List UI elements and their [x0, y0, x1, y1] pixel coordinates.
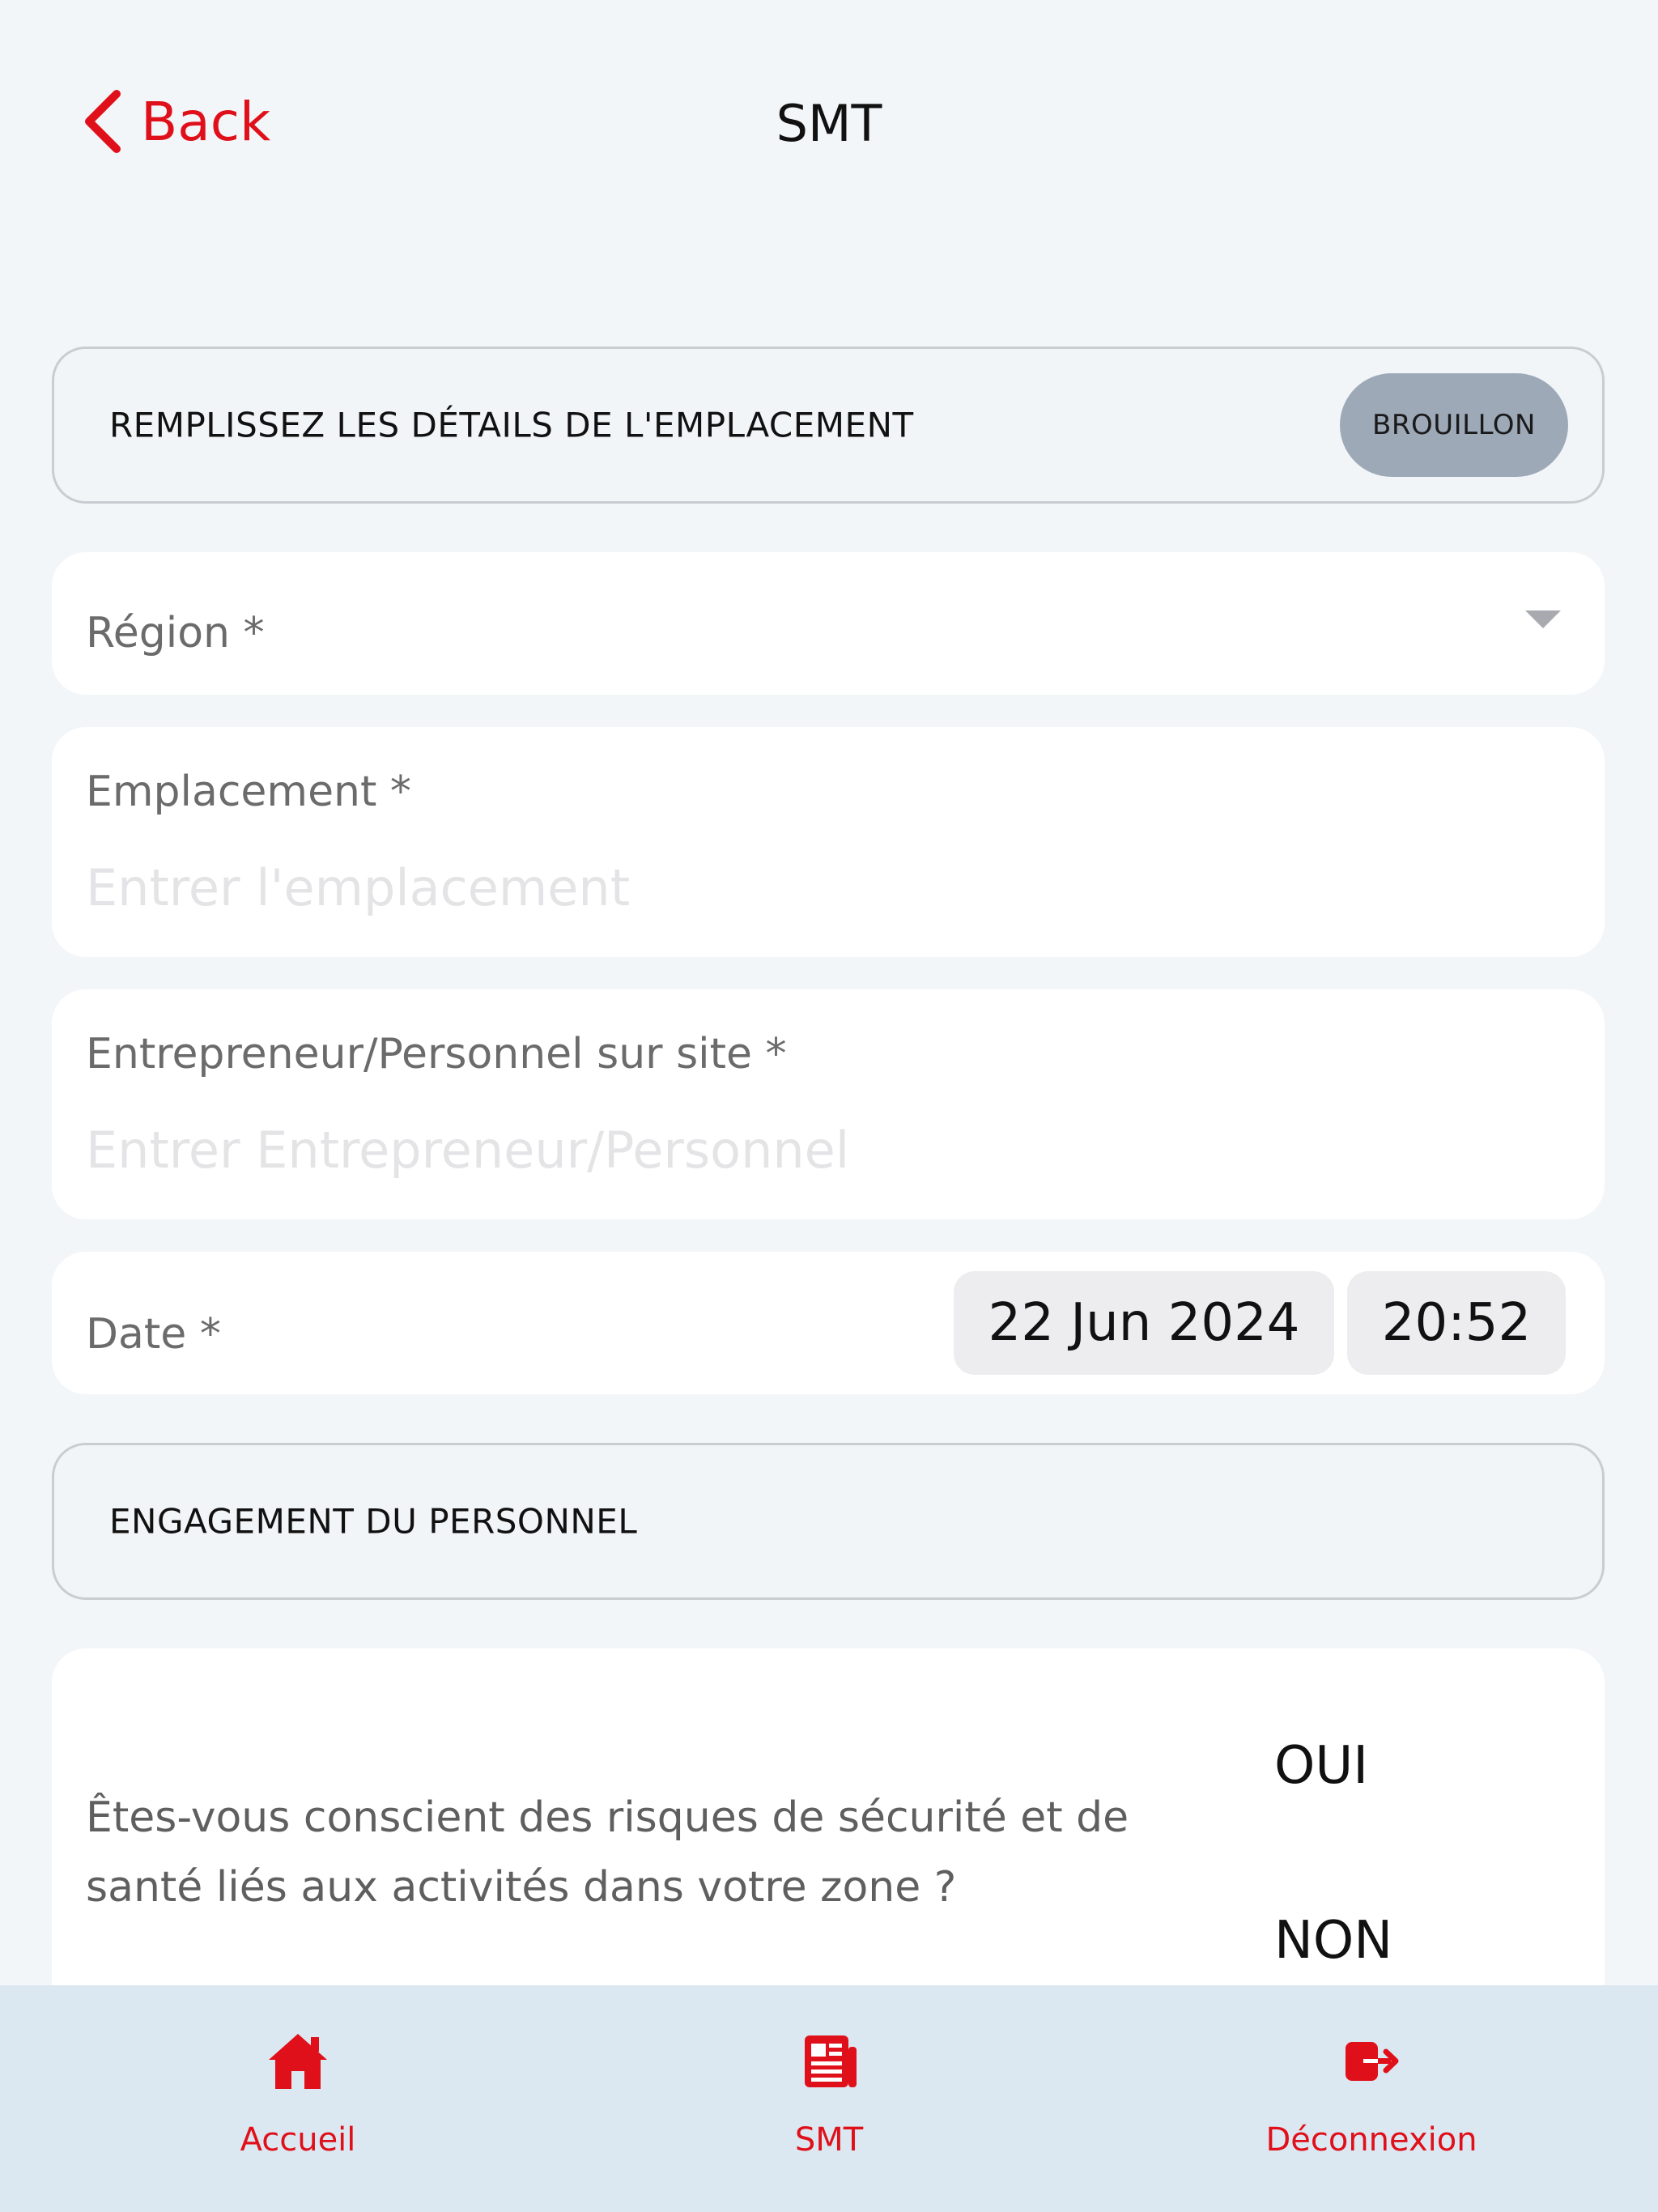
- entrepreneur-input[interactable]: [86, 1121, 1543, 1180]
- option-oui[interactable]: OUI: [1274, 1736, 1368, 1796]
- section-title: REMPLISSEZ LES DÉTAILS DE L'EMPLACEMENT: [109, 405, 914, 445]
- date-label: Date *: [86, 1310, 221, 1359]
- tab-deconnexion[interactable]: Déconnexion: [1169, 1985, 1574, 2212]
- home-icon: [269, 2034, 327, 2089]
- entrepreneur-field: Entrepreneur/Personnel sur site *: [52, 989, 1605, 1219]
- section-title: ENGAGEMENT DU PERSONNEL: [109, 1501, 638, 1542]
- tab-accueil[interactable]: Accueil: [96, 1985, 500, 2212]
- region-label: Région *: [86, 609, 265, 657]
- dropdown-arrow-icon: [1525, 610, 1561, 628]
- date-field: Date * 22 Jun 2024 20:52: [52, 1252, 1605, 1394]
- engagement-section-header: ENGAGEMENT DU PERSONNEL: [52, 1443, 1605, 1600]
- location-section-header: REMPLISSEZ LES DÉTAILS DE L'EMPLACEMENT …: [52, 347, 1605, 504]
- tab-smt[interactable]: SMT: [627, 1985, 1031, 2212]
- logout-icon: [1346, 2042, 1399, 2081]
- region-select[interactable]: Région *: [52, 552, 1605, 695]
- page-title: SMT: [776, 94, 882, 153]
- emplacement-label: Emplacement *: [86, 768, 411, 816]
- status-badge: BROUILLON: [1340, 373, 1568, 477]
- time-picker[interactable]: 20:52: [1347, 1271, 1566, 1375]
- emplacement-field: Emplacement *: [52, 727, 1605, 957]
- option-non[interactable]: NON: [1274, 1911, 1392, 1971]
- tab-label: SMT: [794, 2121, 864, 2159]
- tab-label: Accueil: [240, 2121, 356, 2159]
- tab-label: Déconnexion: [1265, 2121, 1477, 2159]
- bottom-tab-bar: Accueil SMT Déconnexion: [0, 1985, 1658, 2212]
- date-picker[interactable]: 22 Jun 2024: [954, 1271, 1334, 1375]
- newspaper-icon: [805, 2035, 857, 2087]
- entrepreneur-label: Entrepreneur/Personnel sur site *: [86, 1030, 787, 1078]
- emplacement-input[interactable]: [86, 858, 1543, 917]
- question-text: Êtes-vous conscient des risques de sécur…: [86, 1793, 1129, 1912]
